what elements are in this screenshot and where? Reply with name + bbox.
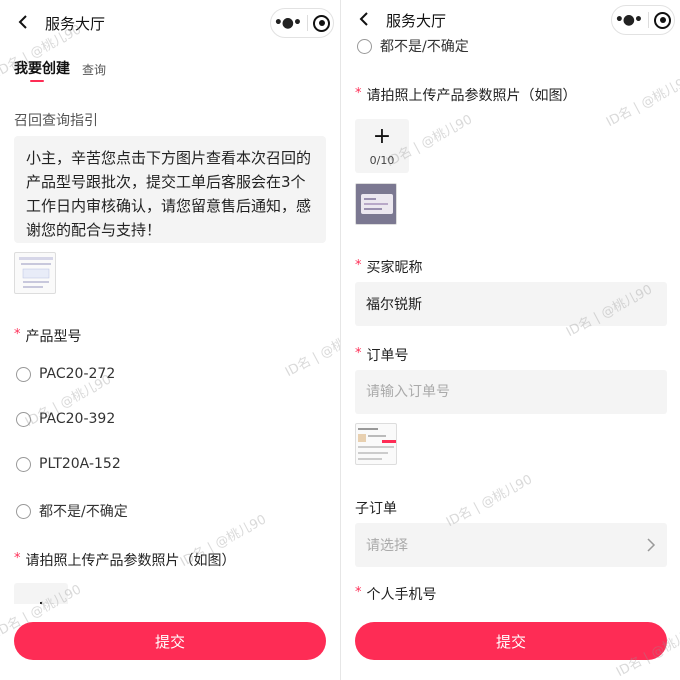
order-label-text: 订单号 [366, 348, 409, 364]
upload-label-text: 请拍照上传产品参数照片（如图） [25, 553, 236, 569]
back-button[interactable] [353, 7, 377, 31]
option-label: 都不是/不确定 [380, 39, 469, 55]
upload-count: 0/10 [369, 153, 395, 167]
model-option[interactable]: PLT20A-152 [16, 456, 121, 472]
plus-icon: + [372, 123, 392, 149]
back-button[interactable] [12, 10, 36, 34]
radio-button[interactable] [16, 366, 31, 382]
model-option[interactable]: PAC20-272 [16, 366, 115, 382]
order-example-thumbnail[interactable] [355, 423, 397, 465]
watermark: ID名 | @桃儿90 [282, 322, 340, 381]
upload-label-text: 请拍照上传产品参数照片（如图） [366, 88, 577, 104]
target-circle-icon[interactable] [313, 14, 331, 32]
submit-button[interactable]: 提交 [14, 622, 326, 660]
more-dots-icon[interactable]: •●• [274, 15, 302, 31]
option-label: 都不是/不确定 [39, 504, 128, 520]
radio-button[interactable] [16, 456, 31, 472]
product-label-image-icon [356, 184, 396, 224]
model-option[interactable]: PAC20-392 [16, 411, 115, 427]
required-mark: * [355, 346, 362, 361]
footer-bar: 提交 [341, 604, 680, 680]
upload-label: * 请拍照上传产品参数照片（如图） [355, 85, 577, 105]
screenshot-image-icon [358, 428, 396, 460]
order-input[interactable] [366, 384, 656, 400]
page-title: 服务大厅 [45, 15, 106, 33]
required-mark: * [14, 327, 21, 342]
suborder-label: 子订单 [355, 501, 397, 517]
required-mark: * [355, 585, 362, 600]
footer-bar: 提交 [0, 604, 340, 680]
watermark: ID名 | @桃儿90 [443, 472, 535, 531]
model-option[interactable]: 都不是/不确定 [16, 501, 128, 521]
upload-button[interactable]: + 0/10 [355, 119, 409, 173]
chevron-left-icon [359, 12, 368, 26]
tab-bar: 我要创建 查询 [14, 58, 106, 82]
guide-image-thumbnail[interactable] [14, 252, 56, 294]
capsule-divider [306, 15, 308, 31]
option-label: PAC20-392 [39, 411, 116, 427]
guide-text: 小主，辛苦您点击下方图片查看本次召回的产品型号跟批次，提交工单后客服会在3个工作… [14, 136, 326, 243]
nickname-label-text: 买家昵称 [366, 260, 423, 276]
radio-button[interactable] [16, 503, 31, 519]
tab-query[interactable]: 查询 [82, 61, 106, 78]
sample-photo-thumbnail[interactable] [355, 183, 397, 225]
document-image-icon [19, 257, 53, 288]
required-mark: * [355, 86, 362, 101]
option-label: PLT20A-152 [39, 456, 121, 472]
required-mark: * [14, 551, 21, 566]
model-label: * 产品型号 [14, 326, 82, 346]
more-dots-icon[interactable]: •●• [615, 12, 643, 28]
order-label: * 订单号 [355, 345, 409, 365]
capsule-divider [647, 12, 649, 28]
phone-label: * 个人手机号 [355, 584, 437, 604]
left-screen: 服务大厅 •●• 我要创建 查询 召回查询指引 小主，辛苦您点击下方图片查看本次… [0, 0, 340, 680]
page-title: 服务大厅 [386, 12, 447, 30]
radio-button[interactable] [357, 38, 372, 54]
nickname-value: 福尔锐斯 [366, 297, 422, 313]
right-screen: 都不是/不确定 服务大厅 •●• * 请拍照上传产品参数照片（如图） + 0/10… [340, 0, 680, 680]
model-label-text: 产品型号 [25, 329, 82, 345]
model-option[interactable]: 都不是/不确定 [357, 36, 469, 56]
mini-program-capsule: •●• [270, 8, 334, 38]
option-label: PAC20-272 [39, 366, 116, 382]
target-circle-icon[interactable] [654, 11, 672, 29]
chevron-left-icon [18, 15, 27, 29]
required-mark: * [355, 258, 362, 273]
chevron-right-icon [647, 538, 656, 552]
suborder-placeholder: 请选择 [366, 538, 408, 554]
nav-bar: 服务大厅 •●• [341, 0, 680, 36]
radio-button[interactable] [16, 411, 31, 427]
phone-label-text: 个人手机号 [366, 587, 437, 603]
submit-button[interactable]: 提交 [355, 622, 667, 660]
tab-create[interactable]: 我要创建 [14, 58, 70, 82]
mini-program-capsule: •●• [611, 5, 675, 35]
nav-bar: 服务大厅 •●• [0, 0, 340, 46]
guide-title: 召回查询指引 [14, 113, 98, 129]
suborder-select[interactable]: 请选择 [355, 523, 667, 567]
upload-label: * 请拍照上传产品参数照片（如图） [14, 550, 236, 570]
order-field[interactable] [355, 370, 667, 414]
nickname-field[interactable]: 福尔锐斯 [355, 282, 667, 326]
nickname-label: * 买家昵称 [355, 257, 423, 277]
watermark: ID名 | @桃儿90 [603, 72, 680, 131]
